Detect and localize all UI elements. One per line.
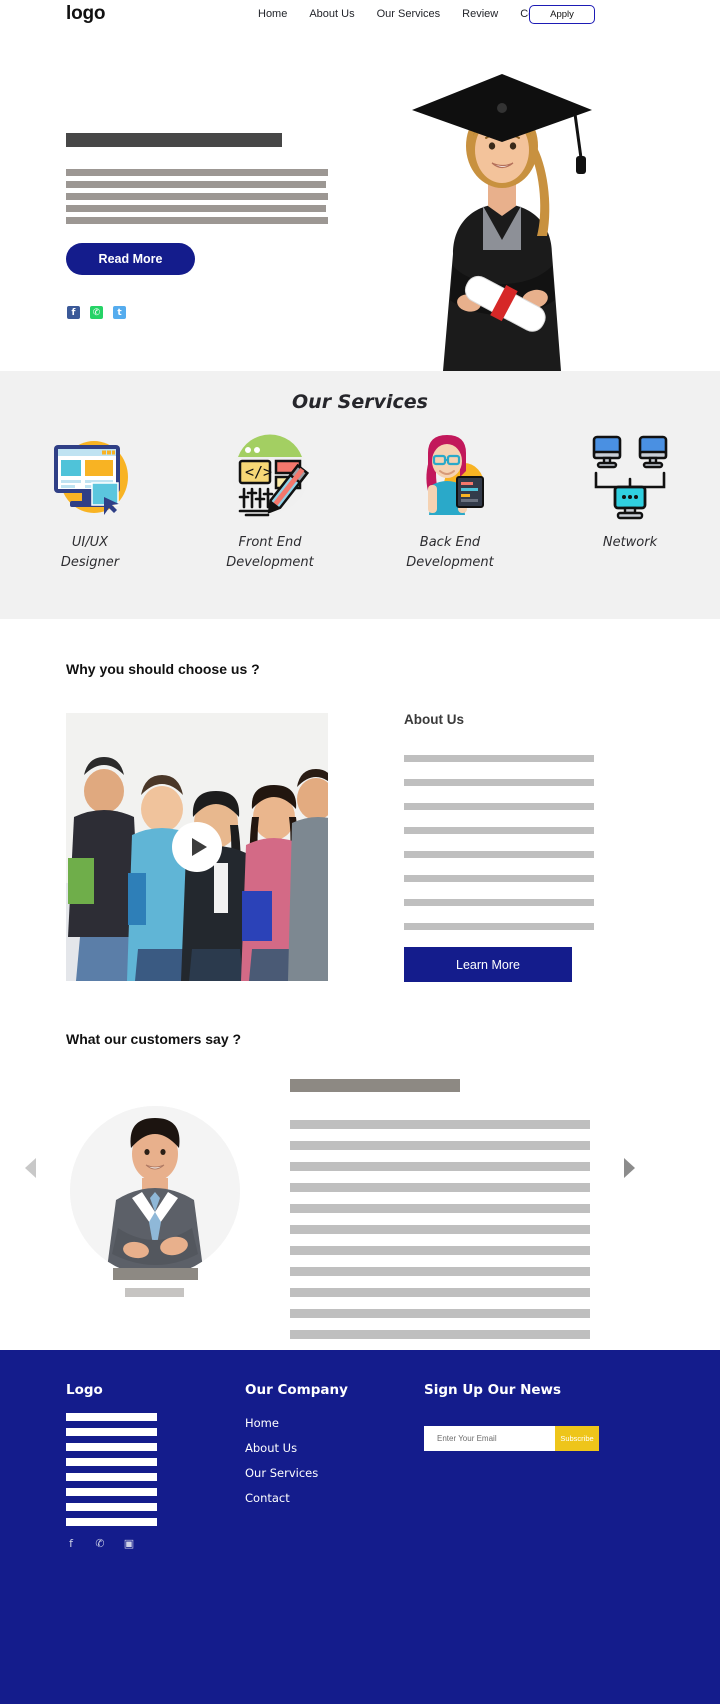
footer-company-links: Home About Us Our Services Contact [245,1416,318,1516]
placeholder-line [66,169,328,176]
service-item-front-end[interactable]: </> Front End Development [180,427,360,573]
graduate-student-photo [395,54,610,371]
placeholder-line [66,1488,157,1496]
email-input[interactable] [424,1426,555,1451]
chevron-left-icon[interactable] [25,1158,36,1178]
students-video-thumbnail[interactable] [66,713,328,981]
back-end-developer-icon [402,427,498,523]
testimonial-text-placeholder [290,1120,590,1351]
placeholder-line [66,1503,157,1511]
apply-button[interactable]: Apply [529,5,595,24]
placeholder-line [66,1428,157,1436]
footer-link-our-services[interactable]: Our Services [245,1466,318,1480]
testimonial-avatar [70,1106,240,1276]
placeholder-line [66,1473,157,1481]
why-choose-us-heading: Why you should choose us ? [66,661,260,677]
placeholder-line [404,923,594,930]
placeholder-line [404,875,594,882]
read-more-button[interactable]: Read More [66,243,195,275]
front-end-code-icon: </> [222,427,318,523]
about-us-text-placeholder [404,755,594,947]
hero-title-placeholder [66,133,282,147]
placeholder-line [404,755,594,762]
svg-text:</>: </> [245,463,272,481]
footer-instagram-icon[interactable]: ▣ [122,1536,136,1550]
about-us-title: About Us [404,712,464,727]
footer-whatsapp-icon[interactable]: ✆ [93,1536,107,1550]
testimonial-name-placeholder [113,1268,198,1280]
hero-text-placeholder [66,169,328,229]
network-computers-icon [582,427,678,523]
placeholder-line [66,181,326,188]
main-nav: Home About Us Our Services Review Contac… [258,8,558,20]
placeholder-line [290,1162,590,1171]
footer-logo-title: Logo [66,1382,103,1398]
twitter-icon[interactable]: t [113,306,126,319]
hero-social-links: f ✆ t [67,306,126,319]
placeholder-line [404,827,594,834]
placeholder-line [290,1120,590,1129]
play-icon [191,838,207,856]
placeholder-line [404,899,594,906]
placeholder-line [66,205,326,212]
facebook-icon[interactable]: f [67,306,80,319]
service-item-ui-ux[interactable]: UI/UX Designer [0,427,180,573]
nav-home[interactable]: Home [258,8,287,20]
service-label-back-end: Back End Development [406,535,494,571]
nav-about-us[interactable]: About Us [309,8,354,20]
placeholder-line [290,1288,590,1297]
service-item-network[interactable]: Network [540,427,720,573]
footer-link-about-us[interactable]: About Us [245,1441,318,1455]
placeholder-line [66,1413,157,1421]
placeholder-line [290,1330,590,1339]
footer-link-home[interactable]: Home [245,1416,318,1430]
site-logo[interactable]: logo [66,3,105,25]
placeholder-line [290,1183,590,1192]
placeholder-line [290,1204,590,1213]
landing-page: logo Home About Us Our Services Review C… [0,0,720,1704]
placeholder-line [66,1518,157,1526]
site-header: logo Home About Us Our Services Review C… [0,0,720,34]
placeholder-line [404,851,594,858]
services-section: Our Services UI/UX Designer </> Front En… [0,371,720,619]
footer-facebook-icon[interactable]: f [64,1536,78,1550]
placeholder-line [66,1458,157,1466]
learn-more-button[interactable]: Learn More [404,947,572,982]
footer-social-links: f ✆ ▣ [64,1536,136,1550]
site-footer: Logo Our Company Home About Us Our Servi… [0,1350,720,1704]
service-label-front-end: Front End Development [226,535,314,571]
play-button[interactable] [172,822,222,872]
chevron-right-icon[interactable] [624,1158,635,1178]
nav-our-services[interactable]: Our Services [377,8,441,20]
service-label-network: Network [602,535,658,550]
placeholder-line [290,1267,590,1276]
subscribe-button[interactable]: Subscribe [555,1426,599,1451]
testimonial-role-placeholder [125,1288,184,1297]
placeholder-line [404,803,594,810]
services-list: UI/UX Designer </> Front End Development… [0,427,720,573]
placeholder-line [290,1141,590,1150]
nav-review[interactable]: Review [462,8,498,20]
footer-newsletter-title: Sign Up Our News [424,1382,562,1398]
testimonial-title-placeholder [290,1079,460,1092]
footer-company-title: Our Company [245,1382,348,1398]
hero-section: Read More f ✆ t [0,34,720,371]
ui-ux-design-icon [42,427,138,523]
footer-logo-placeholder [66,1413,157,1533]
footer-link-contact[interactable]: Contact [245,1491,318,1505]
service-label-ui-ux: UI/UX Designer [60,535,120,571]
placeholder-line [404,779,594,786]
placeholder-line [290,1246,590,1255]
placeholder-line [290,1225,590,1234]
whatsapp-icon[interactable]: ✆ [90,306,103,319]
testimonials-heading: What our customers say ? [66,1031,242,1047]
service-item-back-end[interactable]: Back End Development [360,427,540,573]
services-title: Our Services [292,391,428,413]
newsletter-form: Subscribe [424,1426,599,1451]
placeholder-line [66,193,328,200]
placeholder-line [66,217,328,224]
placeholder-line [66,1443,157,1451]
placeholder-line [290,1309,590,1318]
